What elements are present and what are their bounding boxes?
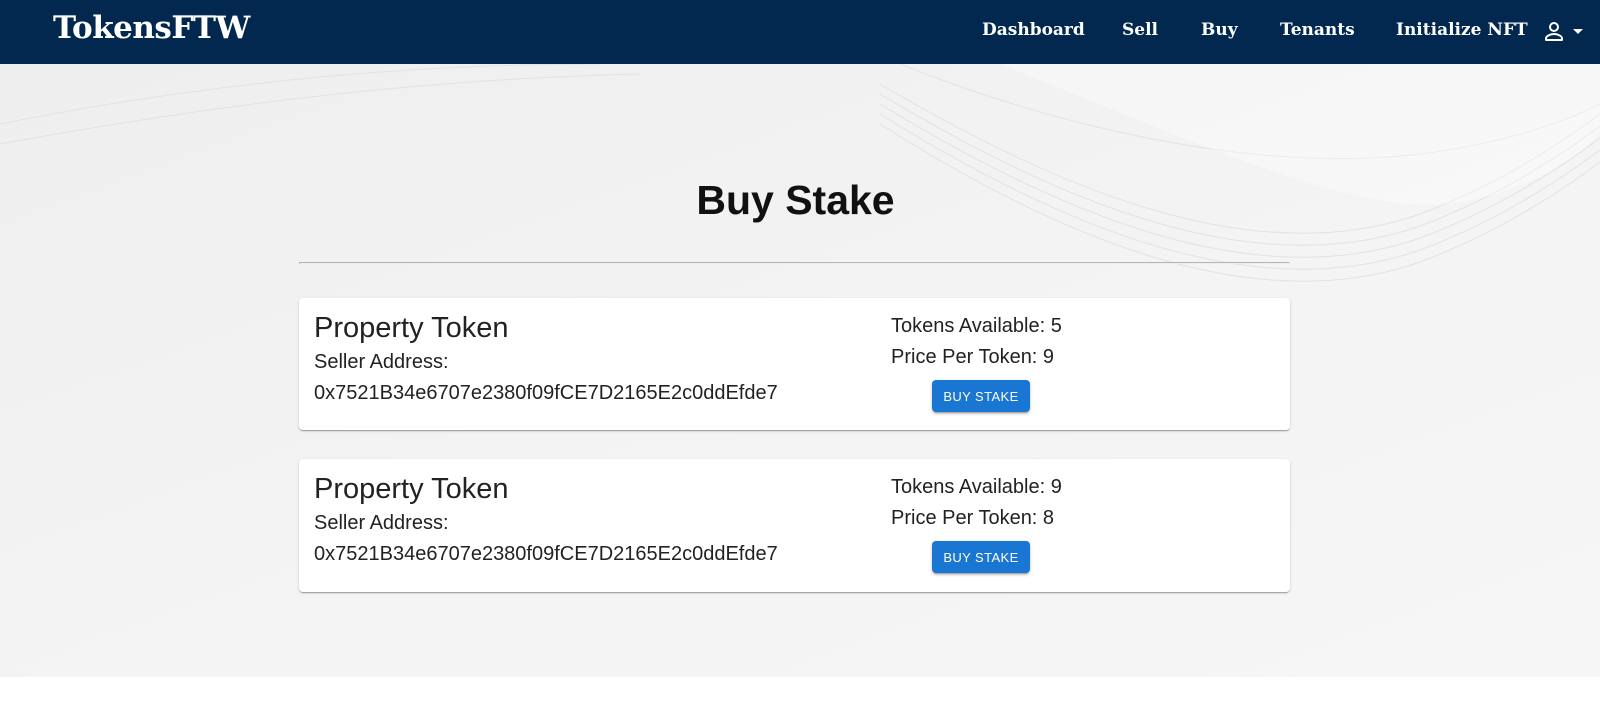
main-content: Buy Stake Property Token Seller Address:… [0, 64, 1600, 677]
listing-card: Property Token Seller Address: 0x7521B34… [299, 298, 1290, 430]
title-divider [299, 262, 1290, 264]
price-per-token: Price Per Token: 8 [891, 507, 1055, 529]
person-outline-icon [1545, 22, 1583, 41]
seller-address-label: Seller Address: [314, 351, 449, 373]
tokens-available: Tokens Available: 9 [891, 476, 1062, 498]
listing-title: Property Token [314, 473, 509, 505]
nav-link-tenants[interactable]: Tenants [1280, 20, 1355, 40]
tokens-available: Tokens Available: 5 [891, 315, 1062, 337]
price-per-token: Price Per Token: 9 [891, 346, 1055, 368]
top-navbar: TokensFTW Dashboard Sell Buy Tenants Ini… [0, 0, 1600, 64]
caret-down-icon [1573, 29, 1583, 34]
page-title: Buy Stake [696, 177, 895, 223]
nav-link-buy[interactable]: Buy [1201, 20, 1238, 40]
brand-logo[interactable]: TokensFTW [53, 10, 250, 46]
seller-address-value: 0x7521B34e6707e2380f09fCE7D2165E2c0ddEfd… [314, 382, 778, 404]
nav-link-sell[interactable]: Sell [1122, 20, 1158, 40]
seller-address-label: Seller Address: [314, 512, 449, 534]
buy-stake-button[interactable]: BUY STAKE [932, 380, 1030, 412]
seller-address-value: 0x7521B34e6707e2380f09fCE7D2165E2c0ddEfd… [314, 543, 778, 565]
nav-link-initialize-nft[interactable]: Initialize NFT [1396, 20, 1528, 40]
nav-link-dashboard[interactable]: Dashboard [982, 20, 1085, 40]
listing-card: Property Token Seller Address: 0x7521B34… [299, 459, 1290, 592]
buy-stake-button[interactable]: BUY STAKE [932, 541, 1030, 573]
listing-title: Property Token [314, 312, 509, 344]
account-menu-button[interactable] [1544, 20, 1592, 44]
